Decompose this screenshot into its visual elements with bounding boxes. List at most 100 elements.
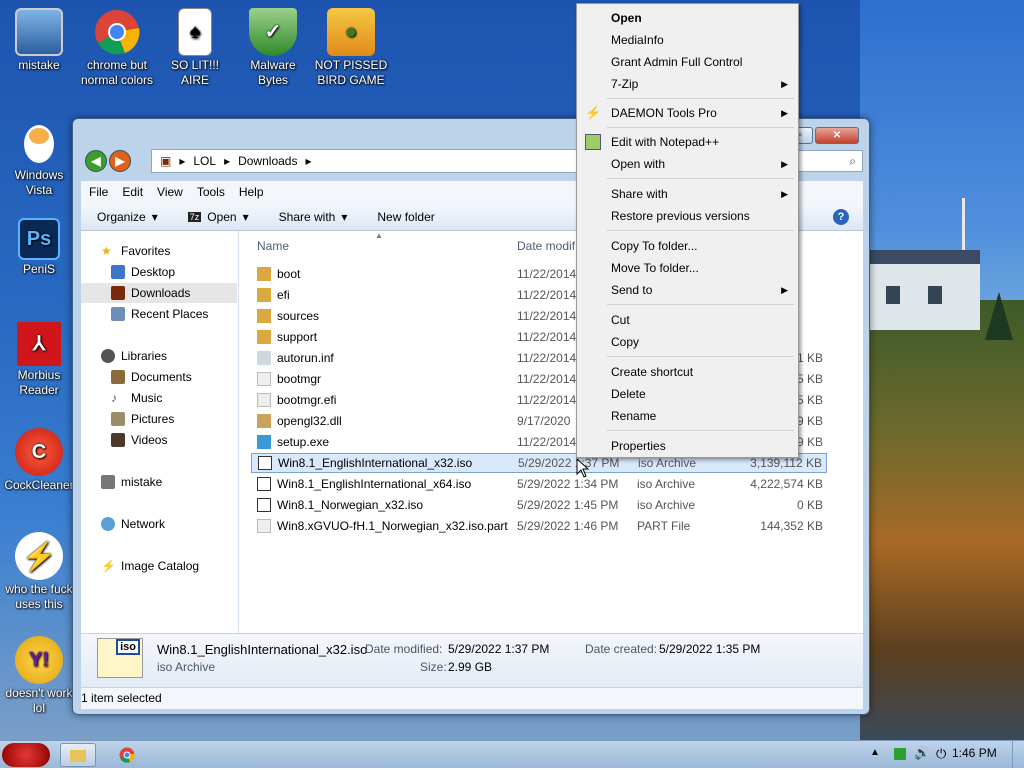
- menu-item-copy-to[interactable]: Copy To folder...: [611, 237, 698, 255]
- menu-item-mediainfo[interactable]: MediaInfo: [611, 31, 664, 49]
- back-button[interactable]: ◀: [85, 150, 107, 172]
- network-status-icon[interactable]: [894, 748, 906, 760]
- status-bar: 1 item selected: [81, 687, 863, 709]
- taskbar-explorer-button[interactable]: [60, 743, 96, 767]
- menu-item-open-with[interactable]: Open with: [611, 155, 665, 173]
- submenu-arrow-icon: ▶: [781, 285, 788, 295]
- desktop-icon-bird-game[interactable]: ● NOT PISSED BIRD GAME: [312, 8, 390, 88]
- nav-pictures[interactable]: Pictures: [111, 409, 174, 429]
- menu-item-grant-admin[interactable]: Grant Admin Full Control: [611, 53, 742, 71]
- search-icon[interactable]: ⌕: [849, 154, 856, 168]
- help-icon[interactable]: ?: [833, 209, 849, 225]
- taskbar-chrome-button[interactable]: [112, 743, 142, 767]
- address-bar[interactable]: ▣ ▸ LOL ▸ Downloads ▸: [151, 149, 629, 173]
- pig-icon: ●: [327, 8, 375, 56]
- search-input[interactable]: ⌕: [793, 150, 863, 172]
- nav-downloads[interactable]: Downloads: [81, 283, 237, 303]
- menu-item-move-to[interactable]: Move To folder...: [611, 259, 699, 277]
- file-date: 5/29/2022 1:37 PM: [518, 456, 620, 470]
- menu-item-share-with[interactable]: Share with: [611, 185, 668, 203]
- clock[interactable]: 1:46 PM: [952, 746, 997, 760]
- nav-label: mistake: [121, 475, 163, 489]
- open-button[interactable]: 7z Open ▾: [187, 209, 249, 224]
- submenu-arrow-icon: ▶: [781, 189, 788, 199]
- details-modified-value: 5/29/2022 1:37 PM: [448, 642, 550, 656]
- desktop-icon-daemon[interactable]: ⚡ who the fuck uses this: [0, 532, 78, 612]
- smiley-icon: Y!: [15, 636, 63, 684]
- menu-item-cut[interactable]: Cut: [611, 311, 630, 329]
- file-name: Win8.1_Norwegian_x32.iso: [277, 498, 424, 512]
- nav-label: Favorites: [121, 244, 171, 258]
- nav-favorites[interactable]: ★ Favorites: [101, 241, 170, 261]
- nav-libraries[interactable]: Libraries: [101, 346, 167, 366]
- desktop-icon-solitaire[interactable]: ♠ SO LIT!!! AIRE: [156, 8, 234, 88]
- file-row[interactable]: Win8.1_Norwegian_x32.iso 5/29/2022 1:45 P…: [251, 495, 827, 515]
- desktop-icon-chrome[interactable]: chrome but normal colors: [78, 8, 156, 88]
- file-type: iso Archive: [637, 498, 696, 512]
- menu-item-open[interactable]: Open: [611, 9, 642, 27]
- organize-button[interactable]: Organize ▾: [97, 210, 158, 224]
- menu-file[interactable]: File: [89, 185, 108, 199]
- menu-item-restore[interactable]: Restore previous versions: [611, 207, 750, 225]
- file-row[interactable]: Win8.xGVUO-fH.1_Norwegian_x32.iso.part 5/…: [251, 516, 827, 536]
- computer-icon: [15, 8, 63, 56]
- desktop-icon-photoshop[interactable]: Ps PeniS: [0, 218, 78, 277]
- folder-icon: [257, 330, 271, 344]
- menu-view[interactable]: View: [157, 185, 183, 199]
- file-size: 5 KB: [796, 372, 823, 386]
- start-button-angry-bird-icon[interactable]: [2, 743, 50, 767]
- nav-image-catalog[interactable]: ⚡ Image Catalog: [101, 556, 199, 576]
- menu-tools[interactable]: Tools: [197, 185, 225, 199]
- folder-icon: [70, 750, 86, 762]
- column-header-name[interactable]: Name: [257, 239, 289, 253]
- desktop-icon-malwarebytes[interactable]: ✓ Malware Bytes: [234, 8, 312, 88]
- desktop-icon-label: who the fuck uses this: [5, 582, 73, 611]
- desktop-icon-windows-vista[interactable]: Windows Vista: [0, 118, 78, 198]
- file-row[interactable]: Win8.1_EnglishInternational_x64.iso 5/29/…: [251, 474, 827, 494]
- file-date: 11/22/2014: [517, 351, 577, 365]
- desktop-icon-label: SO LIT!!! AIRE: [170, 58, 219, 87]
- desktop-icon-morbius-reader[interactable]: ⅄ Morbius Reader: [0, 322, 78, 398]
- menu-help[interactable]: Help: [239, 185, 264, 199]
- nav-desktop[interactable]: Desktop: [111, 262, 175, 282]
- nav-homegroup[interactable]: mistake: [101, 472, 162, 492]
- broom-icon: C: [15, 428, 63, 476]
- new-folder-button[interactable]: New folder: [377, 210, 434, 224]
- menu-item-notepad[interactable]: Edit with Notepad++: [611, 133, 719, 151]
- nav-network[interactable]: Network: [101, 514, 165, 534]
- show-desktop-button[interactable]: [1012, 741, 1024, 768]
- file-date: 11/22/2014: [517, 288, 577, 302]
- nav-documents[interactable]: Documents: [111, 367, 192, 387]
- forward-button[interactable]: ▶: [109, 150, 131, 172]
- breadcrumb-downloads[interactable]: Downloads: [238, 154, 297, 168]
- menu-item-create-shortcut[interactable]: Create shortcut: [611, 363, 693, 381]
- dll-file-icon: [257, 414, 271, 428]
- menu-item-copy[interactable]: Copy: [611, 333, 639, 351]
- share-with-label: Share with: [278, 209, 336, 224]
- nav-videos[interactable]: Videos: [111, 430, 167, 450]
- column-header-date[interactable]: Date modif: [517, 239, 575, 253]
- desktop-icon-cockcleaner[interactable]: C CockCleaner: [0, 428, 78, 493]
- menu-edit[interactable]: Edit: [122, 185, 143, 199]
- share-with-button[interactable]: Share with ▾: [279, 210, 348, 224]
- videos-icon: [111, 433, 125, 447]
- desktop-icon-mistake[interactable]: mistake: [0, 8, 78, 73]
- power-icon[interactable]: ⏻: [936, 746, 946, 762]
- settings-file-icon: [257, 351, 271, 365]
- show-hidden-icons-icon[interactable]: ▲: [870, 747, 880, 758]
- nav-label: Music: [131, 391, 163, 405]
- menu-item-daemon-tools[interactable]: DAEMON Tools Pro: [611, 104, 717, 122]
- menu-item-properties[interactable]: Properties: [611, 437, 666, 455]
- lightning-icon: ⚡: [101, 559, 116, 573]
- menu-item-rename[interactable]: Rename: [611, 407, 656, 425]
- nav-recent-places[interactable]: Recent Places: [111, 304, 208, 324]
- open-label: Open: [207, 209, 237, 224]
- menu-item-send-to[interactable]: Send to: [611, 281, 652, 299]
- desktop-icon-yahoo[interactable]: Y! doesn't work lol: [0, 636, 78, 716]
- breadcrumb-lol[interactable]: LOL: [193, 154, 216, 168]
- menu-item-7zip[interactable]: 7-Zip: [611, 75, 638, 93]
- volume-icon[interactable]: 🔊: [914, 745, 930, 761]
- menu-item-delete[interactable]: Delete: [611, 385, 646, 403]
- nav-music[interactable]: ♪ Music: [111, 388, 162, 408]
- close-button[interactable]: ✕: [815, 127, 859, 144]
